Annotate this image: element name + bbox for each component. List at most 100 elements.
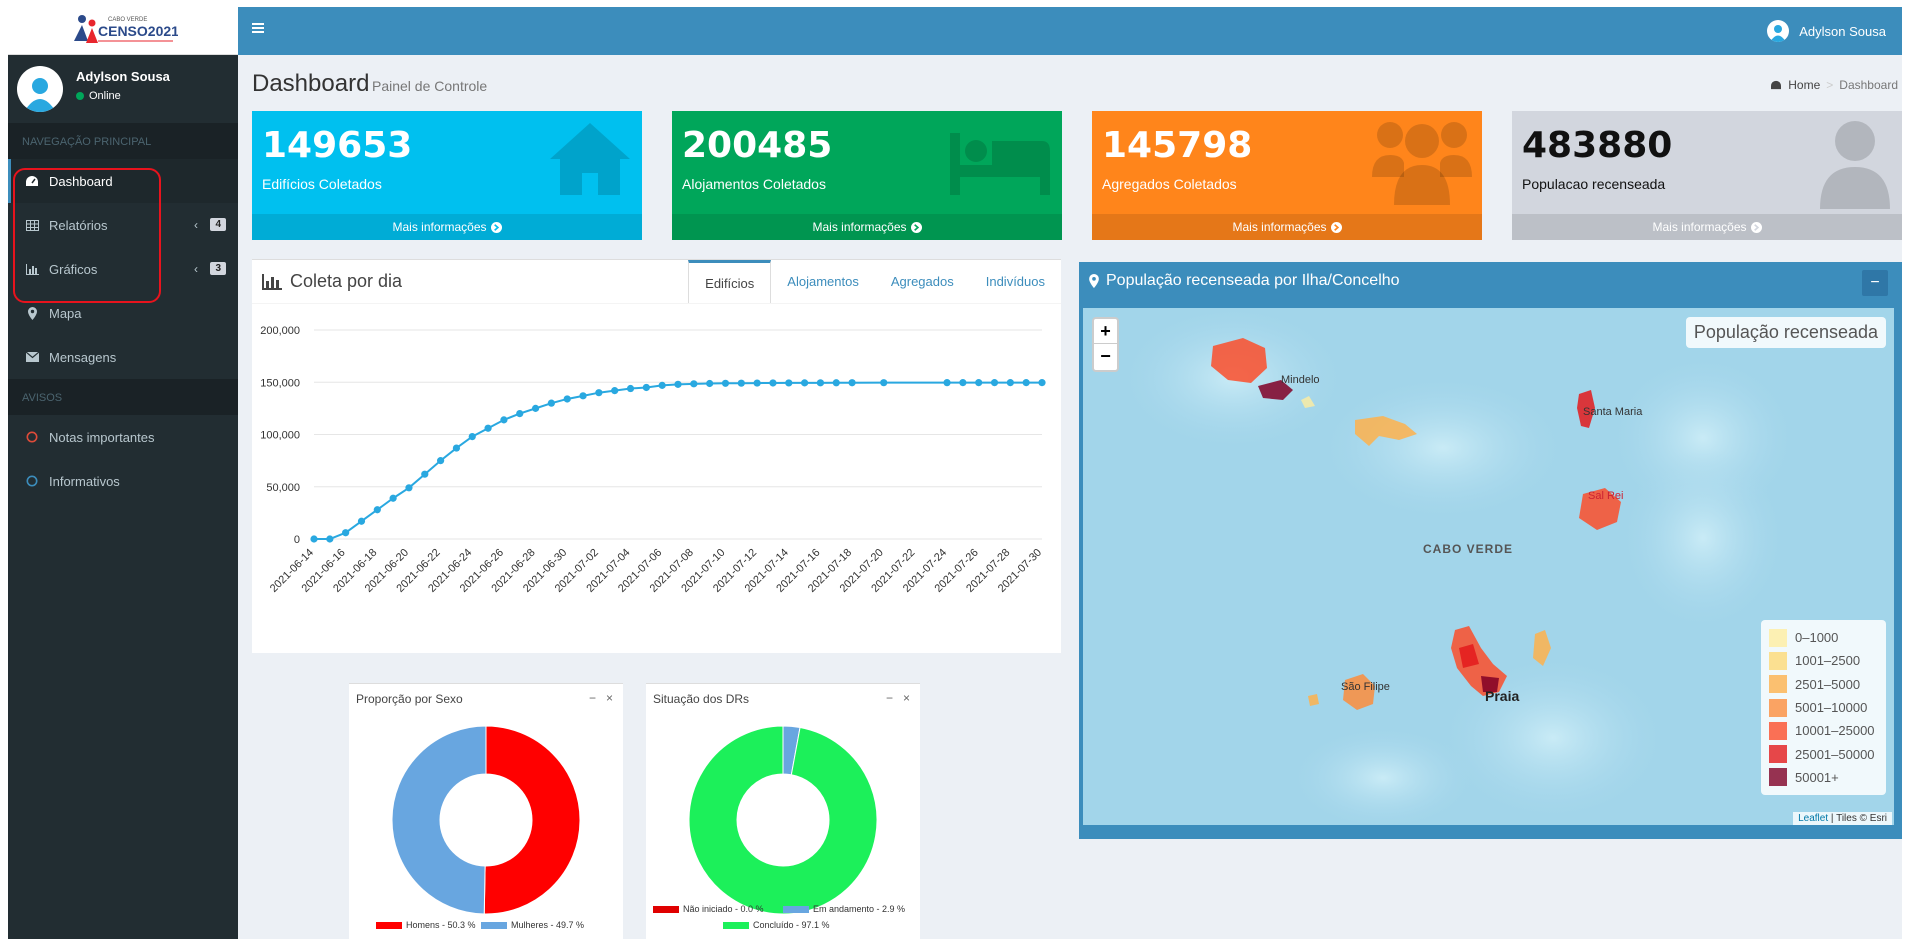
table-icon	[25, 218, 39, 232]
bed-icon	[950, 133, 1050, 195]
leaflet-link[interactable]: Leaflet	[1798, 813, 1828, 824]
sidebar-item-informativos[interactable]: Informativos	[8, 459, 238, 503]
stat-value: 149653	[262, 125, 413, 166]
legend-label: Homens - 50.3 %	[406, 920, 476, 930]
stat-more-info-link[interactable]: Mais informações	[1092, 214, 1482, 240]
donut-slice	[688, 725, 878, 915]
legend-label: 25001–50000	[1795, 746, 1875, 762]
box-tools: − ×	[589, 691, 613, 705]
circle-red-icon	[25, 430, 39, 444]
page-title: Dashboard	[252, 70, 370, 97]
data-point	[468, 432, 476, 441]
user-icon	[24, 78, 56, 112]
place-label: Santa Maria	[1583, 406, 1643, 418]
legend-label: 50001+	[1795, 769, 1839, 785]
menu-toggle-icon[interactable]	[252, 21, 266, 35]
top-navbar: Adylson Sousa	[238, 7, 1902, 55]
map-title: População recenseada por Ilha/Concelho	[1106, 272, 1400, 289]
data-point	[626, 384, 635, 393]
sex-ratio-box: Proporção por Sexo − × Homens - 50.3 % Mu…	[349, 683, 623, 939]
stat-label: Agregados Coletados	[1102, 176, 1237, 192]
data-point	[405, 484, 413, 492]
sidebar-item-dashboard[interactable]: Dashboard	[8, 159, 238, 203]
stat-more-info-link[interactable]: Mais informações	[672, 214, 1062, 240]
data-point	[437, 457, 445, 465]
tab-individuos[interactable]: Indivíduos	[970, 260, 1061, 303]
attribution-text: | Tiles © Esri	[1830, 813, 1887, 824]
y-tick-label: 150,000	[260, 377, 300, 389]
stat-box-edificios: 149653 Edifícios Coletados Mais informaç…	[252, 111, 642, 240]
user-status: Online	[76, 90, 121, 102]
close-icon[interactable]: ×	[903, 691, 910, 705]
sidebar-header-notices: AVISOS	[8, 379, 238, 415]
sidebar-item-relatorios[interactable]: Relatórios ‹ 4	[8, 203, 238, 247]
breadcrumb-separator: >	[1826, 78, 1834, 92]
breadcrumb: Home > Dashboard	[1770, 78, 1898, 92]
logo[interactable]: CABO VERDE CENSO2021	[8, 7, 238, 55]
arrow-circle-right-icon	[490, 221, 502, 233]
data-point	[769, 379, 777, 387]
minimize-icon[interactable]: −	[886, 691, 893, 705]
data-point	[990, 379, 999, 387]
legend-label: Concluído - 97.1 %	[753, 920, 830, 930]
legend-swatch	[481, 922, 507, 929]
map-box-title: População recenseada por Ilha/Concelho	[1089, 272, 1400, 290]
tab-alojamentos[interactable]: Alojamentos	[771, 260, 875, 303]
legend-item: 25001–50000	[1769, 742, 1878, 765]
zoom-out-button[interactable]: −	[1094, 344, 1117, 369]
arrow-circle-right-icon	[910, 221, 922, 233]
legend-label: Em andamento - 2.9 %	[813, 904, 905, 914]
place-label: São Filipe	[1341, 681, 1390, 693]
data-point	[880, 379, 888, 387]
legend-swatch	[376, 922, 402, 929]
circle-blue-icon	[25, 474, 39, 488]
map-canvas[interactable]: Mindelo Santa Maria Sal Rei São Filipe P…	[1083, 308, 1894, 825]
tab-agregados[interactable]: Agregados	[875, 260, 970, 303]
legend-swatch	[1769, 628, 1787, 647]
chevron-left-icon: ‹	[194, 218, 198, 232]
data-point	[1022, 379, 1030, 387]
data-point	[959, 379, 967, 387]
stat-more-info-link[interactable]: Mais informações	[1512, 214, 1902, 240]
tab-edificios[interactable]: Edifícios	[688, 260, 772, 303]
stat-more-info-link[interactable]: Mais informações	[252, 214, 642, 240]
place-label: Mindelo	[1281, 374, 1320, 386]
island-brava	[1308, 694, 1319, 706]
sidebar-item-graficos[interactable]: Gráficos ‹ 3	[8, 247, 238, 291]
data-point	[816, 379, 825, 387]
relatorios-count-badge: 4	[210, 218, 226, 231]
sidebar-item-mapa[interactable]: Mapa	[8, 291, 238, 335]
legend-swatch	[653, 906, 679, 913]
y-tick-label: 100,000	[260, 430, 300, 442]
legend-label: Não iniciado - 0.0 %	[683, 904, 764, 914]
more-info-label: Mais informações	[392, 220, 487, 234]
minimize-icon[interactable]: −	[589, 691, 596, 705]
map-collapse-button[interactable]: −	[1862, 270, 1888, 296]
sidebar: Adylson Sousa Online NAVEGAÇÃO PRINCIPAL…	[8, 55, 238, 939]
data-point	[547, 399, 555, 407]
sidebar-item-notas[interactable]: Notas importantes	[8, 415, 238, 459]
sidebar-item-label: Notas importantes	[49, 429, 155, 445]
stat-value: 145798	[1102, 125, 1253, 166]
data-point	[373, 506, 381, 514]
data-point	[310, 535, 318, 543]
navbar-user-menu[interactable]: Adylson Sousa	[1767, 20, 1886, 42]
data-point	[848, 379, 856, 387]
legend-swatch	[1769, 745, 1787, 764]
sidebar-item-label: Gráficos	[49, 261, 98, 277]
close-icon[interactable]: ×	[606, 691, 613, 705]
dashboard-icon	[1771, 80, 1782, 90]
data-point	[1006, 379, 1014, 387]
arrow-circle-right-icon	[1330, 221, 1342, 233]
data-point	[531, 404, 540, 412]
data-point	[753, 379, 761, 387]
navbar-user-name: Adylson Sousa	[1799, 23, 1886, 39]
legend-label: 1001–2500	[1795, 653, 1861, 669]
stat-value: 483880	[1522, 125, 1673, 166]
sidebar-item-mensagens[interactable]: Mensagens	[8, 335, 238, 379]
user-icon	[1767, 20, 1790, 42]
app-root: CABO VERDE CENSO2021 Adylson Sousa Onlin…	[8, 7, 1902, 939]
zoom-in-button[interactable]: +	[1094, 319, 1117, 344]
breadcrumb-home[interactable]: Home	[1788, 78, 1820, 92]
graficos-count-badge: 3	[210, 262, 226, 275]
